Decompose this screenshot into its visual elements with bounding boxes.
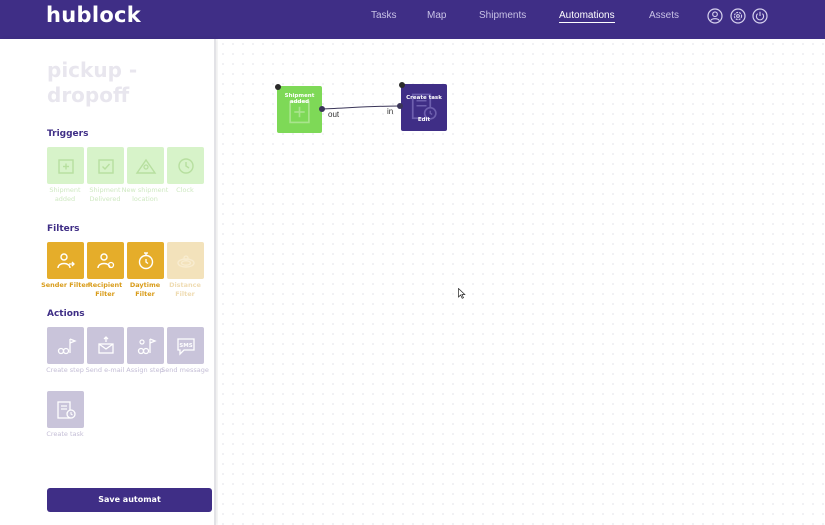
action-send-email[interactable] — [87, 327, 124, 364]
action-create-step[interactable] — [47, 327, 84, 364]
location-pin-icon — [135, 158, 156, 174]
node-output-port[interactable] — [319, 106, 325, 112]
action-assign-step[interactable] — [127, 327, 164, 364]
task-clock-icon — [56, 400, 76, 419]
filters-heading: Filters — [47, 224, 80, 234]
email-icon — [97, 335, 114, 354]
app-logo[interactable]: hublock — [46, 3, 141, 27]
filter-sender[interactable] — [47, 242, 84, 279]
trigger-shipment-delivered[interactable] — [87, 147, 124, 184]
package-check-icon — [97, 158, 114, 174]
nav-map[interactable]: Map — [427, 10, 446, 21]
route-assign-icon — [137, 337, 157, 354]
route-flag-icon — [57, 337, 77, 354]
automation-title[interactable]: pickup - dropoff — [47, 58, 197, 108]
filter-distance[interactable] — [167, 242, 204, 279]
power-icon[interactable] — [752, 8, 768, 24]
node-edit-link[interactable]: Edit — [401, 117, 447, 123]
filter-recipient[interactable] — [87, 242, 124, 279]
mouse-cursor-icon — [458, 288, 466, 299]
sender-icon — [56, 252, 75, 268]
settings-icon[interactable] — [730, 8, 746, 24]
package-add-icon — [57, 158, 74, 174]
filter-daytime[interactable] — [127, 242, 164, 279]
top-navigation-bar: hublock Tasks Map Shipments Automations … — [0, 0, 825, 39]
nav-tasks[interactable]: Tasks — [371, 10, 397, 21]
actions-heading: Actions — [47, 309, 85, 319]
svg-text:SMS: SMS — [179, 343, 192, 349]
save-automation-button[interactable]: Save automat — [47, 488, 212, 512]
node-input-port[interactable] — [397, 103, 403, 109]
nav-assets[interactable]: Assets — [649, 10, 679, 21]
node-title: Shipment added — [284, 93, 315, 105]
node-shipment-added[interactable]: Shipment added — [277, 86, 322, 133]
sms-icon: SMS — [176, 337, 195, 356]
node-delete-dot[interactable] — [399, 82, 405, 88]
radar-icon — [176, 254, 195, 268]
trigger-shipment-added[interactable] — [47, 147, 84, 184]
action-label: Send message — [161, 366, 209, 374]
nav-automations[interactable]: Automations — [559, 10, 615, 23]
trigger-label: Clock — [176, 186, 194, 194]
action-create-task[interactable] — [47, 391, 84, 428]
action-send-message[interactable]: SMS — [167, 327, 204, 364]
user-icon[interactable] — [707, 8, 723, 24]
node-title: Create task — [406, 95, 442, 101]
trigger-clock[interactable] — [167, 147, 204, 184]
node-create-task[interactable]: Create task Edit — [401, 84, 447, 131]
triggers-heading: Triggers — [47, 129, 89, 139]
port-label-in: in — [387, 107, 394, 116]
filter-label: Distance Filter — [169, 281, 201, 298]
clock-icon — [177, 157, 194, 174]
port-label-out: out — [328, 110, 340, 119]
recipient-icon — [96, 252, 114, 268]
trigger-new-shipment-location[interactable] — [127, 147, 164, 184]
action-label: Create task — [46, 430, 84, 438]
node-delete-dot[interactable] — [275, 84, 281, 90]
stopwatch-icon — [138, 251, 153, 269]
nav-shipments[interactable]: Shipments — [479, 10, 526, 21]
